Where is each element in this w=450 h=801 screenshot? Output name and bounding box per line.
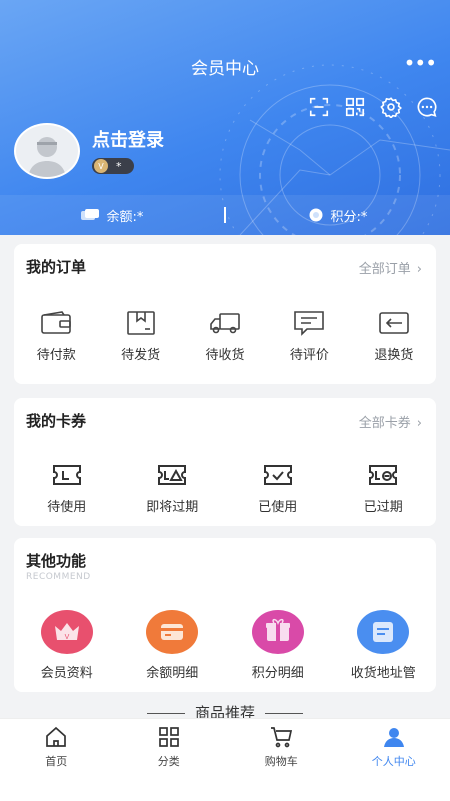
orders-card: 我的订单 全部订单 › 待付款 待发货 待收货 待评价 — [14, 244, 436, 384]
member-profile-entry[interactable]: V 会员资料 — [14, 610, 120, 681]
order-return-exchange[interactable]: 退换货 — [352, 310, 436, 363]
order-pending-receipt[interactable]: 待收货 — [183, 310, 267, 363]
gift-icon — [252, 610, 304, 654]
points-entry[interactable]: 积分:* — [226, 206, 450, 225]
tab-label: 首页 — [45, 753, 67, 769]
ticket-icon — [51, 462, 83, 488]
all-orders-link[interactable]: 全部订单 › — [359, 258, 422, 277]
coupon-status-label: 待使用 — [47, 496, 86, 515]
order-status-label: 待付款 — [37, 344, 76, 363]
all-coupons-link[interactable]: 全部卡券 › — [359, 412, 422, 431]
tab-category[interactable]: 分类 — [113, 719, 226, 801]
home-icon — [44, 725, 68, 749]
cart-icon — [269, 725, 293, 749]
page-title: 会员中心 — [0, 54, 450, 79]
divider-line — [147, 713, 185, 714]
function-label: 余额明细 — [146, 662, 198, 681]
wallet-icon — [40, 310, 72, 336]
bottom-tab-bar: 首页 分类 购物车 个人中心 — [0, 718, 450, 801]
user-avatar[interactable] — [14, 123, 78, 175]
balance-entry[interactable]: 余额:* — [0, 206, 224, 225]
address-management-entry[interactable]: 收货地址管 — [331, 610, 437, 681]
functions-card: 其他功能 RECOMMEND V 会员资料 余额明细 — [14, 538, 436, 692]
points-coin-icon — [309, 208, 323, 222]
tab-label: 个人中心 — [372, 753, 416, 769]
coupons-card: 我的卡券 全部卡券 › 待使用 即将过期 已使用 已过期 — [14, 398, 436, 526]
orders-title: 我的订单 — [26, 256, 86, 277]
ticket-warning-icon — [156, 462, 188, 488]
message-icon[interactable] — [416, 96, 438, 118]
function-label: 会员资料 — [41, 662, 93, 681]
grid-icon — [157, 725, 181, 749]
comment-icon — [293, 310, 325, 336]
member-hero: 会员中心 ••• — [0, 0, 450, 235]
order-status-label: 退换货 — [374, 344, 413, 363]
tab-profile[interactable]: 个人中心 — [338, 719, 450, 801]
tab-label: 购物车 — [265, 753, 298, 769]
coupon-expired[interactable]: 已过期 — [331, 462, 437, 515]
balance-detail-entry[interactable]: 余额明细 — [120, 610, 226, 681]
function-label: 积分明细 — [252, 662, 304, 681]
all-orders-label: 全部订单 — [359, 262, 411, 277]
hero-action-icons — [308, 96, 438, 118]
ticket-expired-icon — [367, 462, 399, 488]
balance-bar: 余额:* 积分:* — [0, 195, 450, 235]
settings-gear-icon[interactable] — [380, 96, 402, 118]
balance-label: 余额:* — [107, 206, 144, 225]
card-icon — [146, 610, 198, 654]
function-label: 收货地址管 — [351, 662, 416, 681]
member-crown-icon: V — [41, 610, 93, 654]
functions-title: 其他功能 — [26, 550, 86, 571]
login-prompt[interactable]: 点击登录 — [92, 126, 164, 152]
scan-icon[interactable] — [308, 96, 330, 118]
tab-label: 分类 — [158, 753, 180, 769]
svg-text:V: V — [64, 634, 69, 641]
order-pending-review[interactable]: 待评价 — [267, 310, 351, 363]
user-icon — [382, 725, 406, 749]
vip-level-badge: V * — [92, 158, 134, 174]
divider-line — [265, 713, 303, 714]
tab-cart[interactable]: 购物车 — [225, 719, 338, 801]
functions-subtitle: RECOMMEND — [26, 572, 91, 582]
points-detail-entry[interactable]: 积分明细 — [225, 610, 331, 681]
address-icon — [357, 610, 409, 654]
order-pending-payment[interactable]: 待付款 — [14, 310, 98, 363]
coupons-title: 我的卡券 — [26, 410, 86, 431]
order-status-label: 待收货 — [206, 344, 245, 363]
coupon-used[interactable]: 已使用 — [225, 462, 331, 515]
chevron-right-icon: › — [417, 262, 422, 277]
ticket-check-icon — [262, 462, 294, 488]
truck-icon — [209, 310, 241, 336]
coupon-status-label: 已使用 — [258, 496, 297, 515]
box-icon — [125, 310, 157, 336]
more-menu-button[interactable]: ••• — [404, 54, 436, 72]
qrcode-icon[interactable] — [344, 96, 366, 118]
order-status-label: 待评价 — [290, 344, 329, 363]
points-label: 积分:* — [331, 206, 368, 225]
vip-coin-icon: V — [94, 159, 108, 173]
coupon-status-label: 已过期 — [364, 496, 403, 515]
balance-card-icon — [81, 209, 99, 221]
chevron-right-icon: › — [417, 416, 422, 431]
return-icon — [378, 310, 410, 336]
avatar-placeholder-icon — [16, 125, 78, 177]
coupon-expiring[interactable]: 即将过期 — [120, 462, 226, 515]
vip-level-value: * — [116, 160, 122, 173]
coupon-unused[interactable]: 待使用 — [14, 462, 120, 515]
coupon-status-label: 即将过期 — [146, 496, 198, 515]
order-status-label: 待发货 — [121, 344, 160, 363]
order-pending-shipment[interactable]: 待发货 — [98, 310, 182, 363]
all-coupons-label: 全部卡券 — [359, 416, 411, 431]
tab-home[interactable]: 首页 — [0, 719, 113, 801]
